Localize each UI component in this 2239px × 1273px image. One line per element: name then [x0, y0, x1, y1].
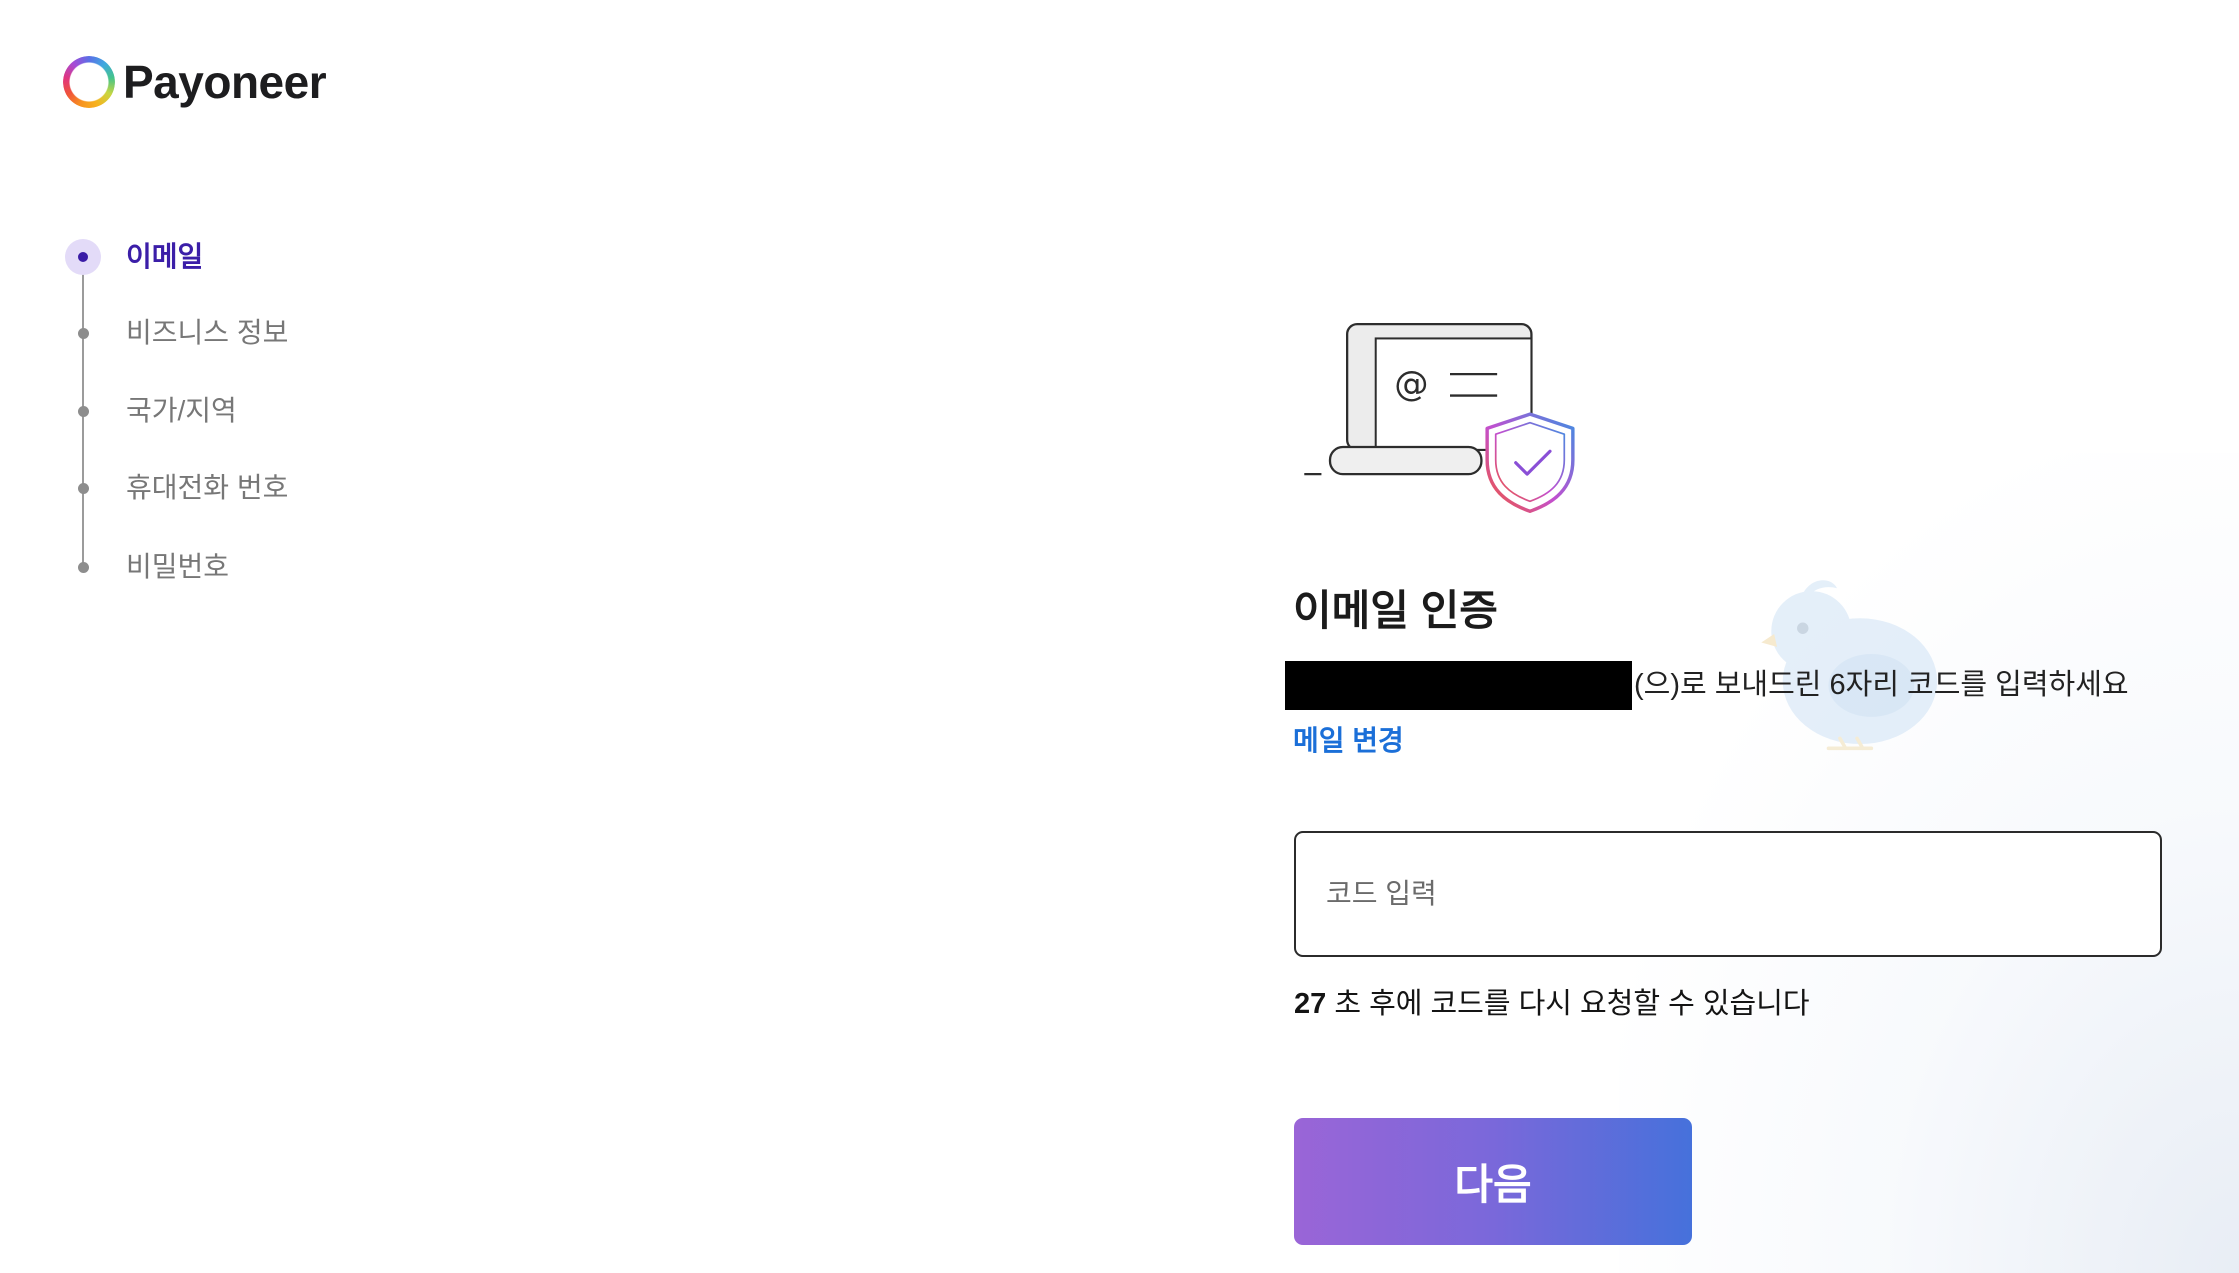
step-active-dot	[78, 252, 88, 262]
instruction-text: (으)로 보내드린 6자리 코드를 입력하세요	[1634, 669, 2129, 701]
step-marker-icon	[65, 239, 101, 275]
brand-name: Payoneer	[123, 56, 327, 108]
payoneer-ring-logo-icon	[63, 56, 115, 108]
svg-text:@: @	[1394, 365, 1428, 405]
step-password: 비밀번호	[0, 547, 360, 587]
step-marker-icon	[78, 483, 89, 494]
step-marker-icon	[78, 406, 89, 417]
next-button-label: 다음	[1454, 1161, 1532, 1208]
step-business-info: 비즈니스 정보	[0, 313, 360, 353]
step-label: 비밀번호	[126, 551, 230, 582]
step-label: 이메일	[126, 241, 204, 272]
step-label: 휴대전화 번호	[126, 472, 289, 503]
verification-code-input[interactable]	[1294, 831, 2162, 957]
step-marker-icon	[78, 328, 89, 339]
step-phone-number: 휴대전화 번호	[0, 468, 360, 508]
laptop-email-shield-icon: @	[1304, 323, 1575, 513]
change-email-link[interactable]: 메일 변경	[1293, 721, 1404, 761]
step-marker-icon	[78, 562, 89, 573]
next-button[interactable]: 다음	[1294, 1118, 1692, 1245]
step-email: 이메일	[0, 237, 360, 277]
resend-countdown: 27 초 후에 코드를 다시 요청할 수 있습니다	[1294, 984, 1810, 1024]
countdown-seconds: 27	[1294, 988, 1327, 1020]
step-label: 국가/지역	[126, 395, 237, 426]
brand-logo[interactable]: Payoneer	[63, 56, 353, 108]
page-title: 이메일 인증	[1293, 587, 1498, 634]
countdown-text: 초 후에 코드를 다시 요청할 수 있습니다	[1334, 988, 1810, 1020]
bird-decoration-icon	[1761, 580, 1938, 751]
step-label: 비즈니스 정보	[126, 317, 289, 348]
step-country-region: 국가/지역	[0, 391, 360, 431]
redacted-email	[1285, 661, 1632, 710]
